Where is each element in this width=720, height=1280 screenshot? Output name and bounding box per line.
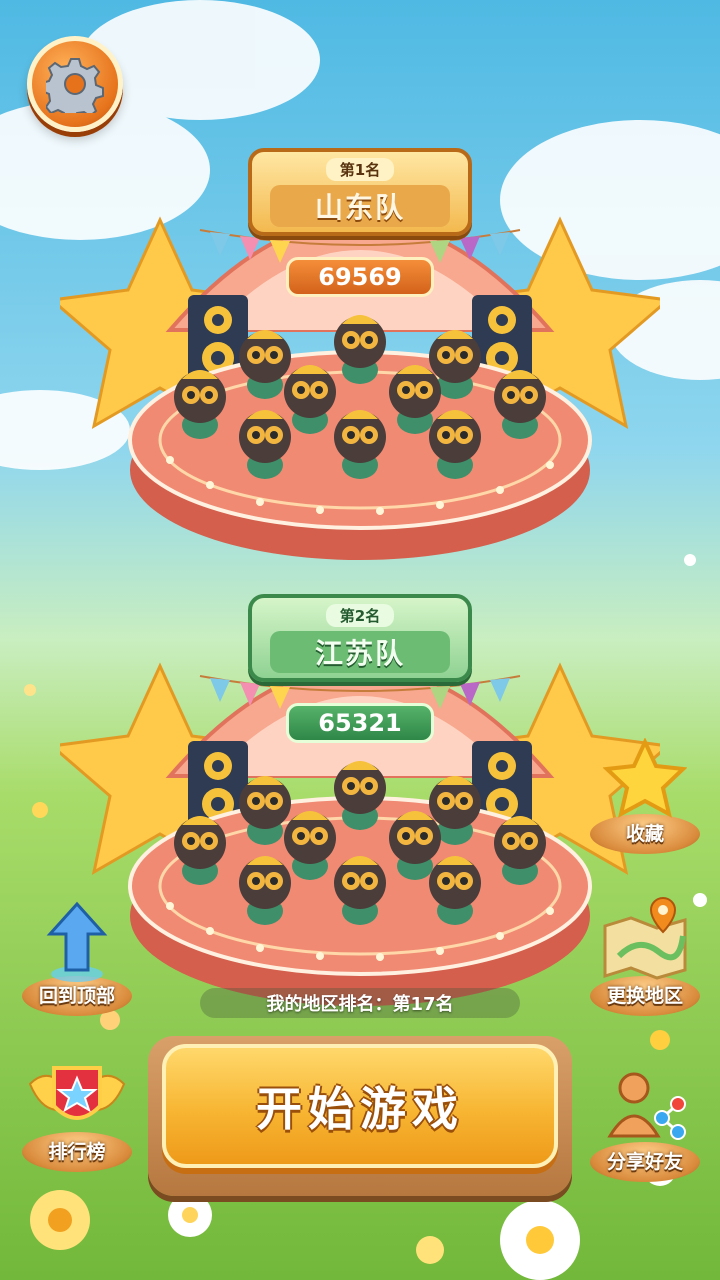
leaderboard-stage-2: 第2名 江苏队 65321 <box>60 576 660 1016</box>
team-name: 山东队 <box>270 185 450 227</box>
team-sign-1: 第1名 山东队 <box>248 148 472 236</box>
rank-label: 第1名 <box>325 158 395 181</box>
share-label: 分享好友 <box>606 1151 683 1173</box>
back-to-top-button[interactable]: 回到顶部 <box>18 900 136 1016</box>
team-name: 江苏队 <box>270 631 450 673</box>
change-region-label: 更换地区 <box>606 985 683 1007</box>
ranking-button[interactable]: 排行榜 <box>18 1060 136 1172</box>
change-region-button[interactable]: 更换地区 <box>586 896 704 1016</box>
favorite-label: 收藏 <box>625 823 664 845</box>
start-button-frame: 开始游戏 <box>148 1036 572 1196</box>
start-game-button[interactable]: 开始游戏 <box>162 1044 558 1168</box>
favorite-button[interactable]: 收藏 <box>586 738 704 854</box>
rank-label: 第2名 <box>325 604 395 627</box>
share-icon <box>607 1072 686 1140</box>
gear-icon <box>46 58 104 113</box>
my-region-rank: 我的地区排名：第17名 <box>200 988 520 1018</box>
leaderboard-stage-1: 第1名 山东队 69569 <box>60 130 660 570</box>
back-to-top-label: 回到顶部 <box>38 985 115 1007</box>
team-score: 69569 <box>286 257 434 297</box>
settings-button[interactable] <box>27 36 123 132</box>
star-icon <box>603 738 687 818</box>
team-sign-2: 第2名 江苏队 <box>248 594 472 682</box>
arrow-up-icon <box>46 901 108 982</box>
map-icon <box>603 896 687 980</box>
badge-icon <box>28 1066 126 1120</box>
team-score: 65321 <box>286 703 434 743</box>
share-button[interactable]: 分享好友 <box>586 1066 704 1182</box>
ranking-label: 排行榜 <box>48 1141 106 1163</box>
